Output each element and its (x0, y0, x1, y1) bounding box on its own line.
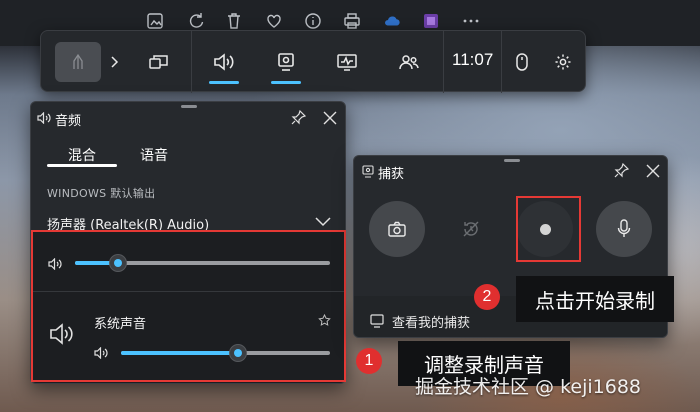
callout-start-recording: 点击开始录制 (516, 276, 674, 322)
microphone-icon (617, 219, 631, 239)
tab-underline (47, 164, 117, 167)
rotate-icon[interactable] (188, 12, 206, 30)
watermark: 掘金技术社区 @ keji1688 (415, 376, 642, 398)
step-badge-1: 1 (356, 348, 382, 374)
capture-icon (276, 52, 296, 72)
game-bar: 11:07 (40, 30, 586, 93)
drag-handle[interactable] (181, 105, 197, 108)
step-badge-2: 2 (474, 284, 500, 310)
performance-icon (336, 52, 358, 72)
highlight-box (516, 196, 581, 262)
clock-time: 11:07 (452, 50, 494, 69)
chevron-down-icon[interactable] (315, 217, 331, 227)
active-indicator (209, 81, 239, 84)
cloud-icon[interactable] (383, 12, 401, 30)
gamebar-divider (443, 31, 444, 93)
gamebar-divider (501, 31, 502, 93)
settings-gear-icon[interactable] (547, 31, 579, 93)
view-my-captures-link[interactable]: 查看我的捕获 (392, 312, 470, 331)
gallery-icon (370, 314, 384, 328)
tab-mix[interactable]: 混合 (68, 145, 96, 165)
active-indicator (271, 81, 301, 84)
panel-title: 捕获 (378, 167, 405, 182)
record-last-disabled-icon (461, 219, 481, 239)
people-icon (398, 52, 420, 72)
highlight-box (31, 230, 346, 382)
performance-widget-button[interactable] (324, 31, 370, 93)
panel-title: 音频 (55, 114, 82, 129)
output-section-header: WINDOWS 默认输出 (47, 187, 156, 200)
xbox-home-button[interactable] (55, 42, 101, 82)
record-last-30s-button (443, 201, 499, 257)
tab-voice[interactable]: 语音 (140, 145, 168, 165)
close-icon[interactable] (323, 111, 337, 125)
camera-icon (388, 221, 406, 237)
microphone-toggle-button[interactable] (596, 201, 652, 257)
pin-icon[interactable] (291, 110, 306, 125)
close-icon[interactable] (646, 164, 660, 178)
app-icon[interactable] (422, 12, 440, 30)
speaker-icon (212, 52, 236, 72)
pin-icon[interactable] (614, 163, 629, 178)
image-edit-icon[interactable] (146, 12, 164, 30)
widget-menu-icon[interactable] (136, 31, 182, 93)
drag-handle[interactable] (504, 159, 520, 162)
capture-widget-button[interactable] (263, 31, 309, 93)
trash-icon[interactable] (225, 12, 243, 30)
heart-icon[interactable] (265, 12, 283, 30)
chevron-right-icon[interactable] (103, 31, 125, 93)
speaker-icon (37, 112, 51, 124)
audio-widget-button[interactable] (201, 31, 247, 93)
mouse-icon[interactable] (507, 31, 537, 93)
gamebar-divider (191, 31, 192, 93)
screenshot-button[interactable] (369, 201, 425, 257)
info-icon[interactable] (304, 12, 322, 30)
capture-icon (362, 165, 374, 178)
print-icon[interactable] (343, 12, 361, 30)
social-widget-button[interactable] (386, 31, 432, 93)
more-icon[interactable] (462, 12, 480, 30)
